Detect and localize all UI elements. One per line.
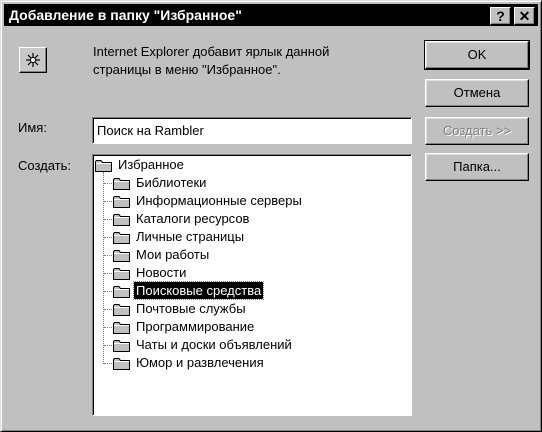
name-input[interactable]: Поиск на Rambler [92, 117, 412, 144]
folder-icon [113, 321, 131, 338]
tree-item-label: Каталоги ресурсов [136, 211, 250, 226]
cancel-button[interactable]: Отмена [425, 79, 529, 107]
dialog-title: Добавление в папку "Избранное" [9, 7, 242, 23]
folder-icon [113, 195, 131, 212]
tree-connector-branch [104, 273, 112, 274]
help-icon[interactable]: ? [490, 7, 511, 25]
title-bar[interactable]: Добавление в папку "Избранное" ? ✕ [4, 4, 538, 26]
folder-icon [113, 303, 131, 320]
create-in-button[interactable]: Создать >> [425, 117, 529, 145]
tree-connector-branch [104, 201, 112, 202]
add-favorite-dialog: Добавление в папку "Избранное" ? ✕ Inter… [0, 0, 542, 432]
tree-connector-branch [104, 291, 112, 292]
new-folder-button[interactable]: Папка... [425, 153, 529, 181]
tree-item-label: Юмор и развлечения [136, 355, 264, 370]
folder-icon [113, 177, 131, 194]
tree-item-label: Личные страницы [136, 229, 245, 244]
tree-connector-branch [104, 309, 112, 310]
folder-icon [113, 357, 131, 374]
folder-icon [95, 159, 113, 176]
tree-connector-branch [104, 327, 112, 328]
tree-item-label: Мои работы [136, 247, 210, 262]
tree-connector-branch [104, 255, 112, 256]
folder-icon [113, 267, 131, 284]
tree-item-label: Избранное [118, 157, 184, 172]
folder-icon [113, 213, 131, 230]
tree-connector-branch [104, 345, 112, 346]
info-line-2: страницы в меню "Избранное". [93, 62, 281, 77]
tree-item-label: Информационные серверы [136, 193, 302, 208]
close-icon[interactable]: ✕ [514, 7, 535, 25]
tree-connector-branch [104, 363, 112, 364]
info-text: Internet Explorer добавит ярлык данной с… [93, 43, 413, 79]
create-in-label: Создать: [18, 158, 72, 173]
favorites-star-icon [19, 47, 47, 73]
folder-icon [113, 285, 131, 302]
folder-icon [113, 249, 131, 266]
name-label: Имя: [18, 120, 47, 135]
tree-item-label: Почтовые службы [136, 301, 246, 316]
tree-item-label: Программирование [136, 319, 255, 334]
tree-connector-branch [104, 219, 112, 220]
folder-icon [113, 231, 131, 248]
folder-icon [113, 339, 131, 356]
info-line-1: Internet Explorer добавит ярлык данной [93, 44, 330, 59]
tree-item-label: Поисковые средства [132, 281, 265, 300]
ok-button[interactable]: OK [424, 40, 530, 70]
tree-item-label: Библиотеки [136, 175, 207, 190]
tree-item-label: Новости [136, 265, 187, 280]
tree-item-label: Чаты и доски объявлений [136, 337, 292, 352]
tree-connector-branch [104, 183, 112, 184]
tree-connector-branch [104, 237, 112, 238]
